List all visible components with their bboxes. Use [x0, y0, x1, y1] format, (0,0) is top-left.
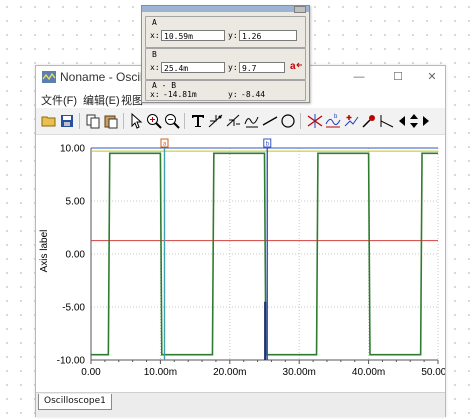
cursor-diff-y-label: y: — [228, 90, 238, 99]
marker-icon[interactable] — [342, 112, 360, 130]
minimize-button[interactable]: — — [348, 69, 370, 85]
scroll-left-icon[interactable] — [396, 112, 408, 130]
tab-oscilloscope1[interactable]: Oscilloscope1 — [38, 394, 112, 410]
cursor-diff-x-value: -14.81m — [163, 90, 197, 99]
toolbar-separator — [184, 113, 185, 129]
close-button[interactable]: ✕ — [421, 69, 443, 85]
save-icon[interactable] — [58, 112, 76, 130]
toolbar-separator — [79, 113, 80, 129]
cursor-b-x-label: x: — [150, 63, 160, 72]
zoom-in-icon[interactable] — [145, 112, 163, 130]
maximize-button[interactable]: ☐ — [387, 69, 409, 85]
menu-view[interactable]: 视图 — [121, 92, 143, 108]
scroll-updown-icon[interactable] — [408, 112, 420, 130]
zoom-out-icon[interactable] — [163, 112, 181, 130]
step-icon[interactable] — [378, 112, 396, 130]
tab-bar: Oscilloscope1 — [36, 392, 445, 417]
scroll-right-icon[interactable] — [420, 112, 432, 130]
cursor-diff-y-value: -8.44 — [241, 90, 266, 99]
y-tick-label: 10.00 — [60, 144, 85, 155]
paste-icon[interactable] — [102, 112, 120, 130]
cursor-a-x-field[interactable]: 10.59m — [161, 30, 225, 41]
y-tick-label: 5.00 — [66, 197, 86, 208]
cursor-panel-close-button[interactable] — [294, 6, 306, 13]
cursor-b-y-field[interactable]: 9.7 — [239, 62, 285, 73]
x-tick-label: 50.00m — [421, 367, 445, 378]
oscilloscope-window: Noname - Oscillosco — ☐ ✕ 文件(F) 编辑(E) 视图 — [35, 65, 455, 417]
y-tick-label: -10.00 — [57, 356, 86, 367]
x-tick-label: 10.00m — [144, 367, 177, 378]
cursor-b-group: B x: 25.4m y: 9.7 — [145, 48, 306, 80]
probe-icon[interactable] — [360, 112, 378, 130]
menu-edit[interactable]: 编辑(E) — [83, 92, 120, 108]
open-icon[interactable] — [40, 112, 58, 130]
oscilloscope-chart[interactable]: ab 10.005.000.00-5.00-10.00 0.00 10.00m 20… — [36, 135, 455, 392]
cursor-a-y-label: y: — [228, 31, 238, 40]
x-tick-label: 20.00m — [213, 367, 246, 378]
cursor-a-icon[interactable] — [306, 112, 324, 130]
cursor-a-group: A x: 10.59m y: 1.26 — [145, 16, 306, 48]
cursor-b-icon[interactable]: b — [324, 112, 342, 130]
copy-icon[interactable] — [84, 112, 102, 130]
waveform-icon[interactable] — [243, 112, 261, 130]
app-icon — [42, 71, 56, 83]
toolbar-separator — [300, 113, 301, 129]
svg-text:b: b — [334, 114, 338, 120]
cursor-diff-x-label: x: — [150, 90, 160, 99]
cursor-a-y-field[interactable]: 1.26 — [239, 30, 297, 41]
cursor-b-y-label: y: — [228, 63, 238, 72]
menu-file[interactable]: 文件(F) — [41, 92, 77, 108]
cursor-b-x-field[interactable]: 25.4m — [161, 62, 225, 73]
y-tick-label: -5.00 — [62, 303, 85, 314]
x-tick-label: 40.00m — [352, 367, 385, 378]
pointer-icon[interactable] — [127, 112, 145, 130]
cursor-readout-panel[interactable]: A x: 10.59m y: 1.26 B x: 25.4m y: 9.7 a … — [141, 5, 310, 103]
toolbar-separator — [123, 113, 124, 129]
y-axis-label: Axis label — [39, 230, 50, 273]
cursor-diff-label: A - B — [152, 81, 177, 90]
x-tick-label: 0.00 — [81, 367, 101, 378]
circle-icon[interactable] — [279, 112, 297, 130]
y-tick-label: 0.00 — [66, 250, 86, 261]
slope-icon[interactable] — [225, 112, 243, 130]
marker-a-button-label: a — [290, 61, 296, 72]
plot-area[interactable]: ab 10.00 5.00 0.00 -5.00 -10.00 0.00 10.00m 20… — [36, 135, 455, 392]
line-icon[interactable] — [261, 112, 279, 130]
measure-icon[interactable] — [207, 112, 225, 130]
cursor-b-label: B — [152, 50, 157, 59]
cursor-panel-titlebar[interactable] — [142, 6, 309, 13]
x-tick-label: 30.00m — [283, 367, 316, 378]
cursor-diff-group: A - B x: -14.81m y: -8.44 — [145, 80, 306, 101]
cursor-a-label: A — [152, 18, 157, 27]
cursor-a-x-label: x: — [150, 31, 160, 40]
text-icon[interactable] — [189, 112, 207, 130]
toolbar: b — [36, 108, 445, 135]
marker-a-button[interactable]: a — [290, 59, 303, 72]
